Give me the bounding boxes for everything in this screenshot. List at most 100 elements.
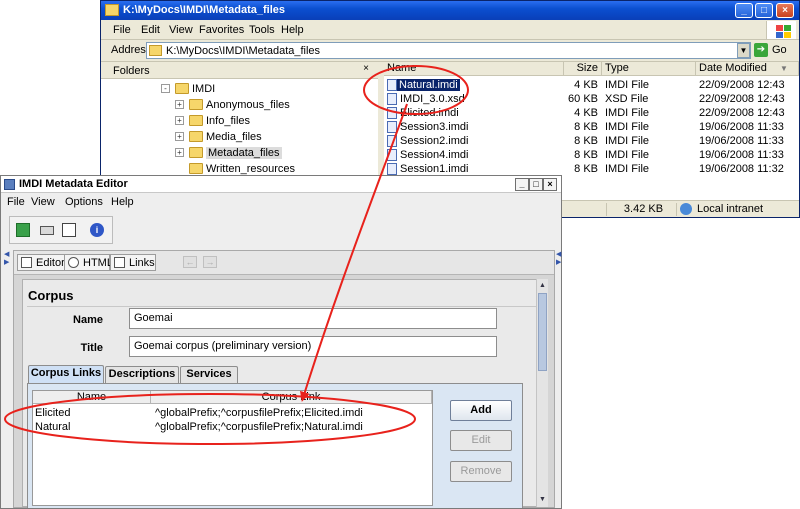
open-icon[interactable] — [40, 226, 54, 235]
close-icon[interactable]: × — [776, 3, 794, 18]
file-size: 60 KB — [568, 93, 598, 105]
name-value: Goemai — [134, 312, 173, 324]
file-row[interactable]: Natural.imdi 4 KB IMDI File 22/09/2008 12:4… — [384, 78, 799, 92]
info-icon[interactable]: i — [90, 223, 104, 237]
tab-services[interactable]: Services — [180, 366, 238, 383]
column-date[interactable]: Date Modified ▼ — [696, 62, 799, 76]
file-row[interactable]: Session2.imdi 8 KB IMDI File 19/06/2008 11:… — [384, 134, 799, 148]
menu-tools[interactable]: Tools — [249, 24, 275, 36]
explorer-title-bar[interactable]: K:\MyDocs\IMDI\Metadata_files _ □ × — [101, 1, 799, 20]
scroll-down-icon[interactable]: ▼ — [538, 494, 547, 505]
file-icon — [387, 163, 397, 175]
intranet-icon — [680, 203, 692, 215]
save-icon[interactable] — [62, 223, 76, 237]
address-input[interactable]: K:\MyDocs\IMDI\Metadata_files — [146, 42, 751, 59]
new-icon[interactable] — [16, 223, 30, 237]
column-date-label: Date Modified — [699, 62, 767, 74]
file-row[interactable]: Elicited.imdi 4 KB IMDI File 22/09/2008 12:… — [384, 106, 799, 120]
edit-button[interactable]: Edit — [450, 430, 512, 451]
table-row[interactable]: Elicited ^globalPrefix;^corpusfilePrefix;… — [33, 407, 432, 421]
minimize-icon[interactable]: _ — [735, 3, 753, 18]
tree-item[interactable]: + Anonymous_files — [101, 97, 378, 113]
tree-item[interactable]: + Media_files — [101, 129, 378, 145]
collapse-left-icon[interactable]: ◀ — [4, 250, 10, 258]
tree-item[interactable]: + Info_files — [101, 113, 378, 129]
editor-toolbar: i — [9, 216, 113, 244]
expand-right-icon[interactable]: ▶ — [556, 258, 562, 266]
tab-editor[interactable]: Editor — [17, 254, 71, 271]
tab-html[interactable]: HTML — [64, 254, 113, 271]
editor-body: Editor HTML Links ← → Corpus Name Goemai… — [13, 250, 555, 508]
folder-icon — [105, 4, 119, 16]
column-name[interactable]: Name — [384, 62, 564, 76]
title-field[interactable]: Goemai corpus (preliminary version) — [129, 336, 497, 357]
forward-arrow-icon[interactable]: → — [203, 256, 217, 268]
menu-help[interactable]: Help — [111, 196, 134, 208]
menu-file[interactable]: File — [113, 24, 131, 36]
corpus-links-panel: Name Corpus Link Elicited ^globalPrefix;^… — [27, 383, 523, 508]
minimize-icon[interactable]: _ — [515, 178, 529, 191]
file-row[interactable]: Session4.imdi 8 KB IMDI File 19/06/2008 11:… — [384, 148, 799, 162]
file-row[interactable]: IMDI_3.0.xsd 60 KB XSD File 22/09/2008 12:4… — [384, 92, 799, 106]
file-date: 19/06/2008 11:33 — [699, 121, 784, 133]
tab-corpus-links[interactable]: Corpus Links — [28, 365, 104, 383]
name-field[interactable]: Goemai — [129, 308, 497, 329]
file-row[interactable]: Session1.imdi 8 KB IMDI File 19/06/2008 11:… — [384, 162, 799, 176]
menu-edit[interactable]: Edit — [141, 24, 160, 36]
file-size: 8 KB — [574, 121, 598, 133]
tree-item[interactable]: + Metadata_files — [101, 145, 378, 161]
maximize-icon[interactable]: □ — [529, 178, 543, 191]
menu-view[interactable]: View — [31, 196, 55, 208]
file-name: Elicited.imdi — [400, 107, 459, 119]
expand-icon[interactable]: + — [175, 116, 184, 125]
maximize-icon[interactable]: □ — [755, 3, 773, 18]
file-size: 8 KB — [574, 163, 598, 175]
file-date: 22/09/2008 12:43 — [699, 107, 785, 119]
tab-descriptions[interactable]: Descriptions — [105, 366, 179, 383]
scroll-thumb[interactable] — [538, 293, 547, 371]
collapse-left-icon[interactable]: ◀ — [556, 250, 562, 258]
remove-button[interactable]: Remove — [450, 461, 512, 482]
folder-icon — [189, 115, 203, 126]
scroll-up-icon[interactable]: ▲ — [538, 280, 547, 291]
column-corpus-link[interactable]: Corpus Link — [151, 391, 432, 404]
file-row[interactable]: Session3.imdi 8 KB IMDI File 19/06/2008 11:… — [384, 120, 799, 134]
column-size[interactable]: Size — [564, 62, 602, 76]
back-arrow-icon[interactable]: ← — [183, 256, 197, 268]
collapse-icon[interactable]: - — [161, 84, 170, 93]
file-size: 8 KB — [574, 149, 598, 161]
expand-icon[interactable]: + — [175, 148, 184, 157]
vertical-scrollbar[interactable]: ▲ ▼ — [536, 279, 548, 507]
menu-help[interactable]: Help — [281, 24, 304, 36]
close-icon[interactable]: × — [543, 178, 557, 191]
menu-file[interactable]: File — [7, 196, 25, 208]
expand-right-icon[interactable]: ▶ — [4, 258, 10, 266]
chevron-down-icon[interactable]: ▼ — [737, 43, 750, 58]
file-type: IMDI File — [605, 163, 649, 175]
menu-view[interactable]: View — [169, 24, 193, 36]
folder-icon — [149, 45, 162, 56]
expand-icon[interactable]: + — [175, 132, 184, 141]
go-button[interactable]: ➔ Go — [754, 42, 797, 59]
column-name[interactable]: Name — [33, 391, 151, 404]
tab-links[interactable]: Links — [110, 254, 156, 271]
expand-icon[interactable]: + — [175, 100, 184, 109]
link-path: ^globalPrefix;^corpusfilePrefix;Natural.… — [155, 421, 363, 433]
editor-title: IMDI Metadata Editor — [19, 178, 128, 190]
column-type[interactable]: Type — [602, 62, 696, 76]
table-row[interactable]: Natural ^globalPrefix;^corpusfilePrefix;N… — [33, 421, 432, 435]
menu-favorites[interactable]: Favorites — [199, 24, 244, 36]
title-label: Title — [80, 342, 103, 354]
tree-item[interactable]: - IMDI — [101, 81, 378, 97]
folders-header: Folders × — [101, 62, 378, 79]
title-value: Goemai corpus (preliminary version) — [134, 340, 312, 352]
tree-item-label: Info_files — [206, 115, 251, 127]
file-size: 8 KB — [574, 135, 598, 147]
editor-title-bar[interactable]: IMDI Metadata Editor _ □ × — [1, 176, 561, 193]
file-name: Natural.imdi — [397, 79, 460, 91]
menu-options[interactable]: Options — [65, 196, 103, 208]
file-name: Session2.imdi — [400, 135, 469, 147]
file-size: 4 KB — [574, 107, 598, 119]
add-button[interactable]: Add — [450, 400, 512, 421]
close-icon[interactable]: × — [359, 63, 373, 77]
